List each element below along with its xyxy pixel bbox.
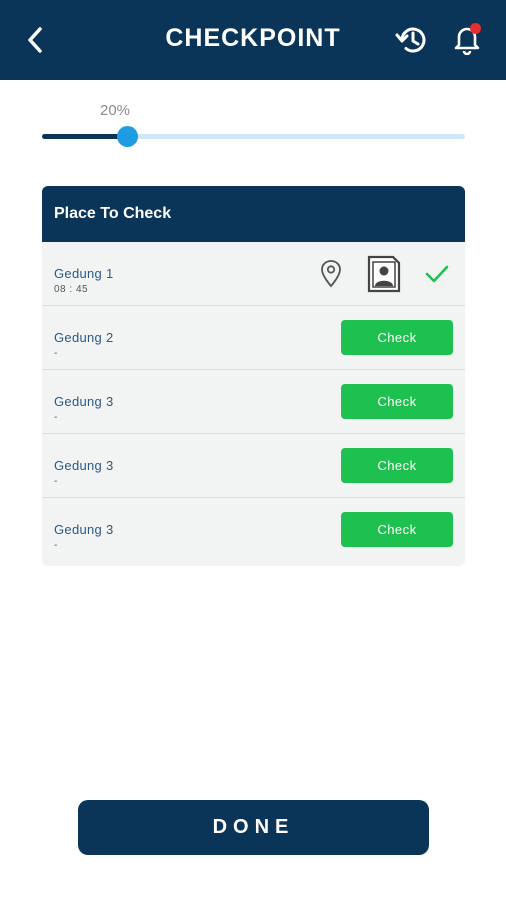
list-item: Gedung 3 - Check <box>42 370 465 434</box>
list-item: Gedung 3 - Check <box>42 434 465 498</box>
place-name: Gedung 3 <box>54 458 114 473</box>
app-header: CHECKPOINT <box>0 0 506 80</box>
check-button[interactable]: Check <box>341 512 453 547</box>
notification-button[interactable] <box>448 20 486 58</box>
check-button[interactable]: Check <box>341 320 453 355</box>
checkmark-icon <box>425 265 449 283</box>
place-name: Gedung 1 <box>54 266 114 281</box>
done-button[interactable]: DONE <box>78 800 429 855</box>
place-time: 08 : 45 <box>54 284 89 295</box>
list-item: Gedung 2 - Check <box>42 306 465 370</box>
history-button[interactable] <box>392 22 430 58</box>
progress-slider-fill <box>42 134 127 139</box>
progress-slider-thumb[interactable] <box>116 126 138 147</box>
progress-percent-label: 20% <box>100 102 131 119</box>
list-item: Gedung 1 08 : 45 <box>42 242 465 306</box>
place-time: - <box>54 348 58 359</box>
photo-icon[interactable] <box>367 255 401 293</box>
place-name: Gedung 3 <box>54 522 114 537</box>
place-time: - <box>54 540 58 551</box>
place-name: Gedung 2 <box>54 330 114 345</box>
page-title: CHECKPOINT <box>165 24 341 52</box>
location-pin-icon[interactable] <box>319 259 343 289</box>
history-icon <box>395 27 426 53</box>
place-time: - <box>54 476 58 487</box>
check-button[interactable]: Check <box>341 384 453 419</box>
list-item: Gedung 3 - Check <box>42 498 465 562</box>
place-time: - <box>54 412 58 423</box>
check-button[interactable]: Check <box>341 448 453 483</box>
place-list-card: Place To Check Gedung 1 08 : 45 Gedung 2… <box>42 186 465 566</box>
place-name: Gedung 3 <box>54 394 114 409</box>
notification-badge <box>470 23 481 34</box>
progress-slider[interactable] <box>42 126 465 147</box>
place-list-header: Place To Check <box>42 186 465 242</box>
